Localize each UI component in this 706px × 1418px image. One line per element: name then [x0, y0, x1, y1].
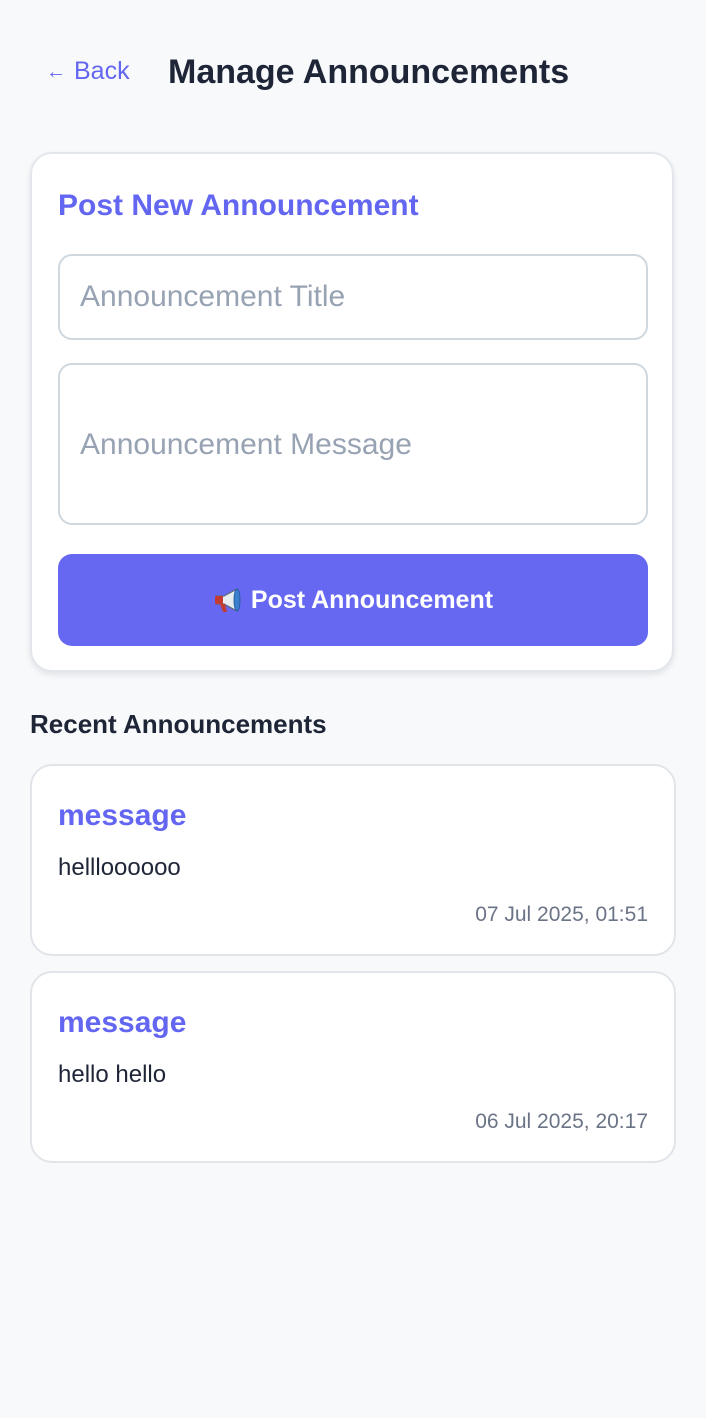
back-arrow-icon: ←	[46, 61, 66, 83]
page-header: ← Back Manage Announcements	[0, 0, 706, 140]
announcement-card: message hello hello 06 Jul 2025, 20:17	[30, 971, 676, 1163]
announcement-title: message	[58, 1006, 187, 1039]
announcement-body: hellloooooo	[58, 854, 181, 881]
back-button[interactable]: ← Back	[46, 54, 130, 89]
page-title: Manage Announcements	[168, 53, 570, 91]
megaphone-icon	[214, 587, 241, 613]
announcement-title: message	[58, 799, 187, 832]
post-announcement-button[interactable]: Post Announcement	[58, 554, 648, 646]
announcement-title-input[interactable]	[58, 254, 648, 340]
announcement-timestamp: 07 Jul 2025, 01:51	[475, 903, 648, 926]
post-button-label: Post Announcement	[250, 585, 494, 614]
post-card-heading: Post New Announcement	[58, 189, 419, 222]
announcement-body: hello hello	[58, 1061, 167, 1088]
post-announcement-card: Post New Announcement Post Announcement	[30, 152, 674, 672]
recent-announcements-heading: Recent Announcements	[30, 709, 327, 739]
announcement-card: message hellloooooo 07 Jul 2025, 01:51	[30, 764, 676, 956]
back-label: Back	[74, 57, 130, 85]
announcement-timestamp: 06 Jul 2025, 20:17	[475, 1110, 648, 1133]
announcement-message-input[interactable]	[58, 363, 648, 525]
